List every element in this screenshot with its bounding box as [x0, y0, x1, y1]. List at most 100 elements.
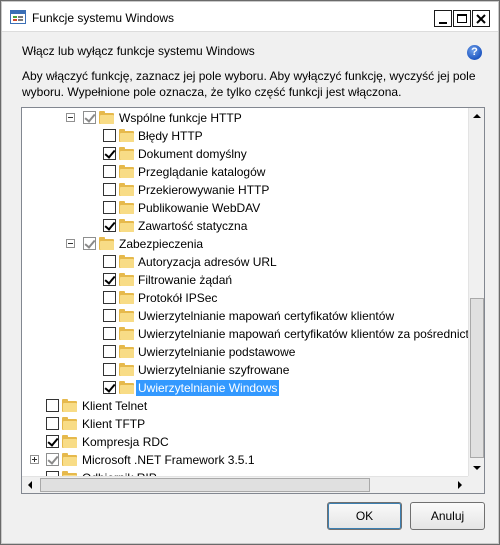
folder-icon — [99, 111, 114, 124]
minimize-icon — [439, 22, 447, 24]
folder-icon — [119, 381, 134, 394]
folder-icon — [119, 255, 134, 268]
folder-icon — [62, 453, 77, 466]
feature-checkbox[interactable] — [103, 291, 116, 304]
help-icon[interactable]: ? — [467, 45, 482, 60]
close-icon — [476, 14, 486, 24]
folder-icon — [119, 363, 134, 376]
tree-item[interactable]: Wspólne funkcje HTTP — [22, 109, 468, 127]
expand-icon[interactable] — [30, 455, 39, 464]
feature-checkbox[interactable] — [103, 129, 116, 142]
feature-checkbox[interactable] — [103, 183, 116, 196]
tree-item[interactable]: Uwierzytelnianie podstawowe — [22, 343, 468, 361]
maximize-icon — [457, 14, 467, 23]
vertical-scrollbar[interactable] — [468, 108, 484, 476]
tree-item-label: Filtrowanie żądań — [138, 273, 233, 287]
feature-checkbox[interactable] — [103, 273, 116, 286]
scroll-left-button[interactable] — [22, 477, 39, 493]
folder-icon — [119, 129, 134, 142]
tree-item-label: Uwierzytelnianie Windows — [136, 380, 280, 396]
tree-item-label: Uwierzytelnianie podstawowe — [138, 345, 296, 359]
tree-item[interactable]: Klient Telnet — [22, 397, 468, 415]
windows-features-icon — [10, 10, 26, 24]
tree-item-label: Wspólne funkcje HTTP — [119, 111, 242, 125]
scroll-up-button[interactable] — [469, 108, 484, 125]
tree-item[interactable]: Dokument domyślny — [22, 145, 468, 163]
vertical-scroll-thumb[interactable] — [470, 298, 484, 458]
folder-icon — [119, 291, 134, 304]
features-tree[interactable]: Wspólne funkcje HTTP Błędy HTTP Dokument d… — [21, 107, 485, 494]
horizontal-scroll-thumb[interactable] — [40, 478, 370, 492]
tree-item[interactable]: Protokół IPSec — [22, 289, 468, 307]
collapse-icon[interactable] — [66, 239, 75, 248]
collapse-icon[interactable] — [66, 113, 75, 122]
feature-checkbox[interactable] — [103, 309, 116, 322]
tree-item[interactable]: Uwierzytelnianie Windows — [22, 379, 468, 397]
tree-item[interactable]: Uwierzytelnianie szyfrowane — [22, 361, 468, 379]
tree-item[interactable]: Publikowanie WebDAV — [22, 199, 468, 217]
tree-item[interactable]: Zabezpieczenia — [22, 235, 468, 253]
tree-item[interactable]: Przeglądanie katalogów — [22, 163, 468, 181]
tree-item-label: Przekierowywanie HTTP — [138, 183, 270, 197]
window-title: Funkcje systemu Windows — [32, 11, 175, 25]
arrow-down-icon — [473, 466, 481, 470]
tree-item-label: Uwierzytelnianie mapowań certyfikatów kl… — [138, 327, 469, 341]
tree-item-label: Klient TFTP — [82, 417, 146, 431]
folder-icon — [119, 165, 134, 178]
tree-item-label: Protokół IPSec — [138, 291, 218, 305]
feature-checkbox[interactable] — [46, 453, 59, 466]
tree-item[interactable]: Uwierzytelnianie mapowań certyfikatów kl… — [22, 307, 468, 325]
folder-icon — [119, 345, 134, 358]
tree-item-label: Autoryzacja adresów URL — [138, 255, 277, 269]
tree-item[interactable]: Klient TFTP — [22, 415, 468, 433]
feature-checkbox[interactable] — [46, 417, 59, 430]
maximize-button[interactable] — [453, 10, 471, 27]
scroll-right-button[interactable] — [451, 477, 468, 493]
close-button[interactable] — [472, 10, 490, 27]
tree-item[interactable]: Filtrowanie żądań — [22, 271, 468, 289]
folder-icon — [62, 435, 77, 448]
scroll-down-button[interactable] — [469, 459, 484, 476]
feature-checkbox[interactable] — [83, 111, 96, 124]
cancel-button[interactable]: Anuluj — [410, 502, 485, 530]
arrow-left-icon — [28, 481, 32, 489]
tree-item-label: Zawartość statyczna — [138, 219, 248, 233]
minimize-button[interactable] — [434, 10, 452, 27]
folder-icon — [119, 327, 134, 340]
feature-checkbox[interactable] — [103, 363, 116, 376]
ok-button[interactable]: OK — [327, 502, 402, 530]
feature-checkbox[interactable] — [103, 219, 116, 232]
feature-checkbox[interactable] — [46, 435, 59, 448]
folder-icon — [62, 399, 77, 412]
tree-item[interactable]: Microsoft .NET Framework 3.5.1 — [22, 451, 468, 469]
title-bar[interactable]: Funkcje systemu Windows — [2, 2, 498, 32]
tree-item[interactable]: Błędy HTTP — [22, 127, 468, 145]
feature-checkbox[interactable] — [103, 201, 116, 214]
feature-checkbox[interactable] — [103, 345, 116, 358]
feature-checkbox[interactable] — [46, 399, 59, 412]
tree-item-label: Zabezpieczenia — [119, 237, 204, 251]
arrow-right-icon — [458, 481, 462, 489]
feature-checkbox[interactable] — [103, 255, 116, 268]
tree-item-label: Uwierzytelnianie mapowań certyfikatów kl… — [138, 309, 395, 323]
tree-item-label: Klient Telnet — [82, 399, 148, 413]
feature-checkbox[interactable] — [103, 147, 116, 160]
folder-icon — [119, 183, 134, 196]
tree-item[interactable]: Zawartość statyczna — [22, 217, 468, 235]
folder-icon — [119, 201, 134, 214]
folder-icon — [119, 147, 134, 160]
tree-item-label: Przeglądanie katalogów — [138, 165, 266, 179]
dialog-heading: Włącz lub wyłącz funkcje systemu Windows — [22, 44, 255, 58]
horizontal-scrollbar[interactable] — [22, 476, 468, 493]
feature-checkbox[interactable] — [83, 237, 96, 250]
feature-checkbox[interactable] — [103, 165, 116, 178]
feature-checkbox[interactable] — [103, 381, 116, 394]
tree-item-label: Błędy HTTP — [138, 129, 203, 143]
tree-item[interactable]: Kompresja RDC — [22, 433, 468, 451]
tree-item-label: Publikowanie WebDAV — [138, 201, 261, 215]
tree-item[interactable]: Przekierowywanie HTTP — [22, 181, 468, 199]
tree-item[interactable]: Autoryzacja adresów URL — [22, 253, 468, 271]
tree-item[interactable]: Uwierzytelnianie mapowań certyfikatów kl… — [22, 325, 469, 343]
folder-icon — [119, 273, 134, 286]
feature-checkbox[interactable] — [103, 327, 116, 340]
